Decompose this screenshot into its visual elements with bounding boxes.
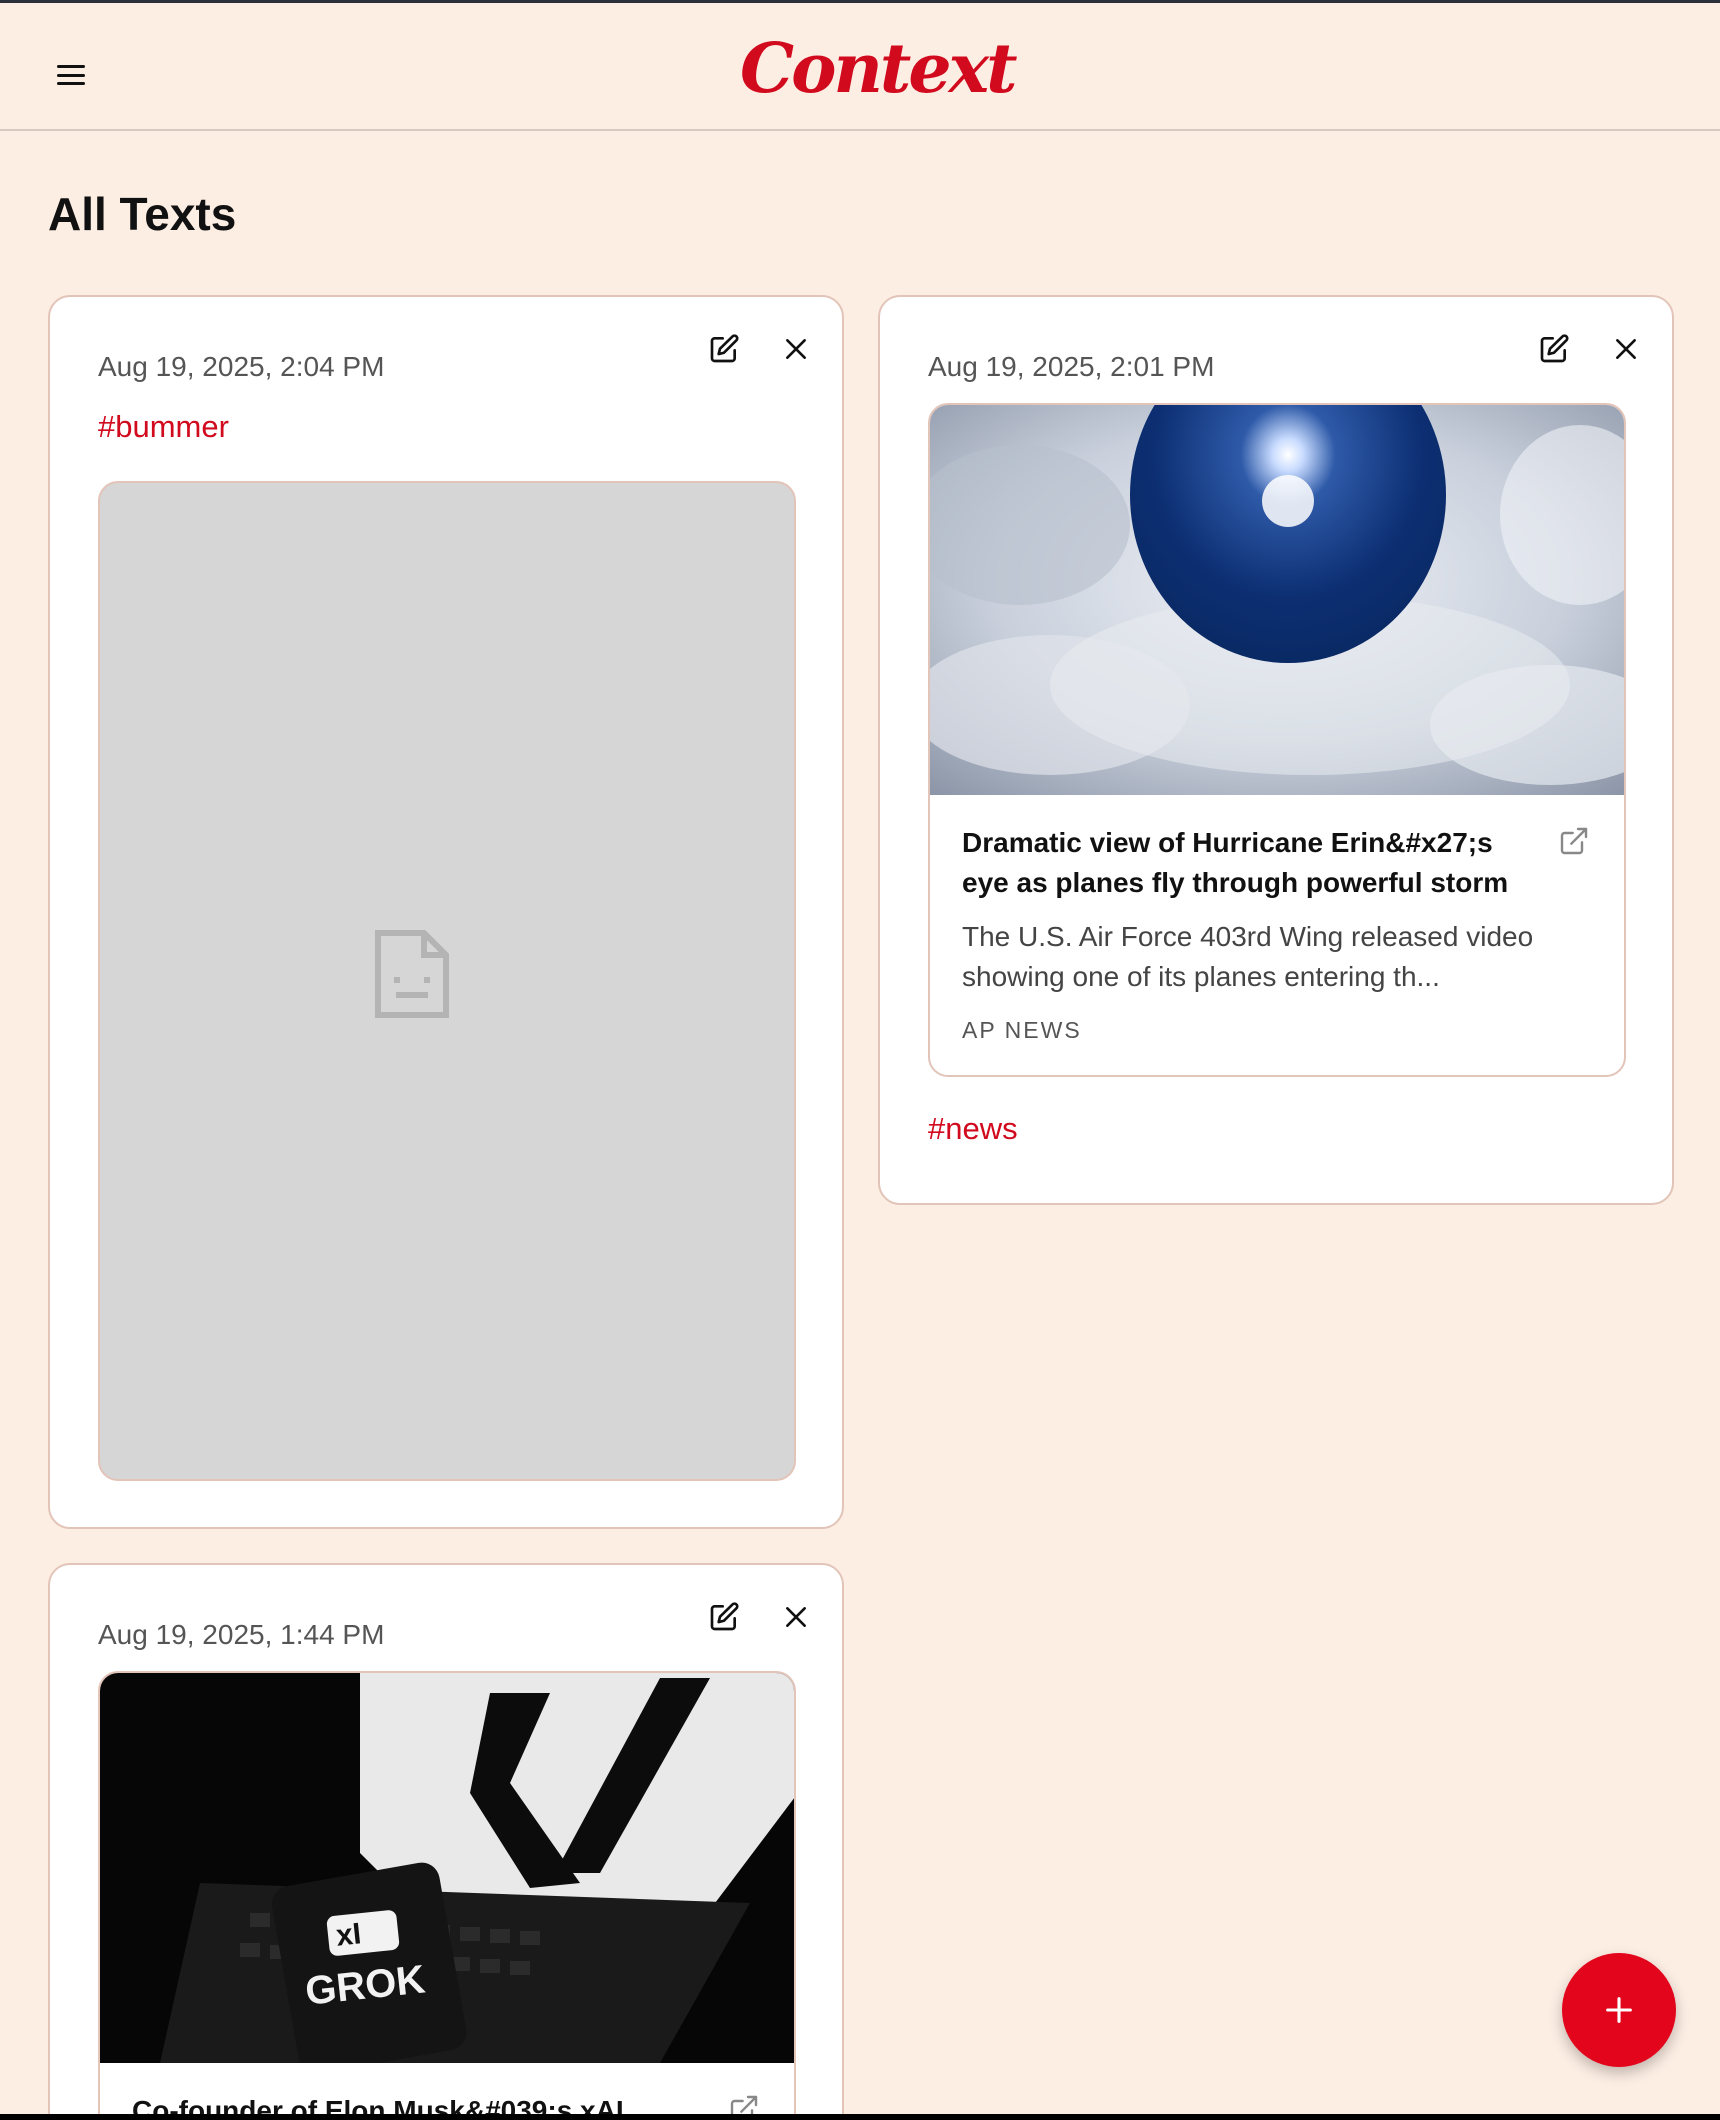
edit-pencil-icon[interactable] bbox=[1532, 327, 1576, 371]
external-link-icon[interactable] bbox=[728, 2093, 762, 2114]
close-icon[interactable] bbox=[1604, 327, 1648, 371]
hurricane-eye-image bbox=[930, 405, 1624, 795]
text-card: Aug 19, 2025, 2:01 PM Dramatic view of H… bbox=[878, 295, 1674, 1205]
edit-pencil-icon[interactable] bbox=[702, 1595, 746, 1639]
grok-laptop-image: xI GROK bbox=[100, 1673, 794, 2063]
link-title[interactable]: Dramatic view of Hurricane Erin&#x27;s e… bbox=[962, 823, 1522, 903]
link-description: The U.S. Air Force 403rd Wing released v… bbox=[962, 921, 1534, 992]
add-text-button[interactable] bbox=[1562, 1953, 1676, 2067]
hashtag[interactable]: #news bbox=[928, 1111, 1018, 1147]
app-frame: Context All Texts Aug 19, 2025, 2:04 PM … bbox=[0, 0, 1720, 2120]
text-card: Aug 19, 2025, 2:04 PM #bummer bbox=[48, 295, 844, 1529]
broken-embed bbox=[98, 481, 796, 1481]
close-icon[interactable] bbox=[774, 1595, 818, 1639]
card-date: Aug 19, 2025, 2:01 PM bbox=[928, 351, 1215, 382]
broken-image-icon bbox=[374, 929, 450, 1019]
page-title: All Texts bbox=[48, 188, 237, 240]
plus-icon bbox=[1606, 1997, 1632, 2023]
top-header: Context bbox=[0, 3, 1720, 131]
text-card: Aug 19, 2025, 1:44 PM xI GROK Co-founder… bbox=[48, 1563, 844, 2114]
external-link-icon[interactable] bbox=[1558, 825, 1592, 859]
link-preview[interactable]: Dramatic view of Hurricane Erin&#x27;s e… bbox=[928, 403, 1626, 1077]
card-date: Aug 19, 2025, 2:04 PM bbox=[98, 351, 385, 382]
link-source: AP NEWS bbox=[962, 1017, 1082, 1043]
hamburger-menu-icon[interactable] bbox=[50, 57, 92, 93]
svg-text:xI: xI bbox=[334, 1917, 362, 1952]
edit-pencil-icon[interactable] bbox=[702, 327, 746, 371]
app-logo[interactable]: Context bbox=[740, 29, 1018, 109]
link-preview[interactable]: xI GROK Co-founder of Elon Musk&#039;s x… bbox=[98, 1671, 796, 2114]
link-title[interactable]: Co-founder of Elon Musk&#039;s xAI bbox=[132, 2091, 692, 2114]
hashtag[interactable]: #bummer bbox=[98, 409, 229, 445]
close-icon[interactable] bbox=[774, 327, 818, 371]
card-date: Aug 19, 2025, 1:44 PM bbox=[98, 1619, 385, 1650]
